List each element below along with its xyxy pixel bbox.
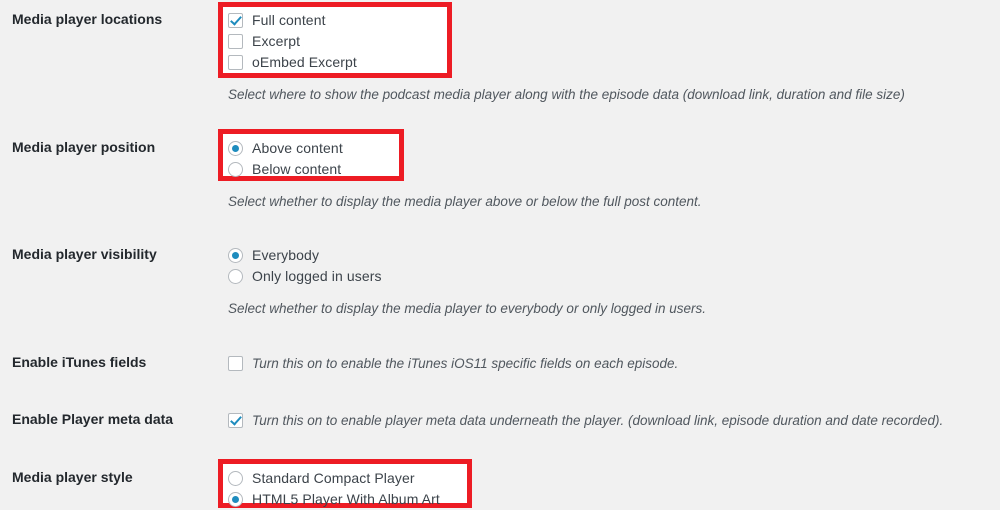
radio-icon-below-content[interactable]: [228, 162, 243, 177]
setting-label-media-player-locations: Media player locations: [12, 11, 163, 27]
radio-label-above-content: Above content: [252, 140, 343, 156]
setting-description-media-player-position: Select whether to display the media play…: [228, 194, 702, 209]
radio-option-html5-player-with-album-art[interactable]: HTML5 Player With Album Art: [228, 489, 440, 510]
checkbox-label-oembed-excerpt: oEmbed Excerpt: [252, 54, 357, 70]
radio-group-media-player-style: Standard Compact Player HTML5 Player Wit…: [228, 468, 440, 510]
settings-page: Media player locations Full content Exce…: [0, 0, 1000, 510]
checkbox-label-enable-player-meta-data: Turn this on to enable player meta data …: [252, 413, 944, 428]
radio-label-html5-player-with-album-art: HTML5 Player With Album Art: [252, 491, 440, 507]
radio-icon-above-content[interactable]: [228, 141, 243, 156]
radio-option-standard-compact-player[interactable]: Standard Compact Player: [228, 468, 440, 489]
setting-label-enable-player-meta-data: Enable Player meta data: [12, 411, 174, 427]
radio-label-standard-compact-player: Standard Compact Player: [252, 470, 415, 486]
radio-label-below-content: Below content: [252, 161, 342, 177]
setting-label-media-player-visibility: Media player visibility: [12, 246, 157, 262]
checkbox-option-full-content[interactable]: Full content: [228, 10, 357, 31]
checkbox-label-full-content: Full content: [252, 12, 326, 28]
checkbox-option-oembed-excerpt[interactable]: oEmbed Excerpt: [228, 52, 357, 73]
radio-icon-everybody[interactable]: [228, 248, 243, 263]
checkbox-label-enable-itunes-fields: Turn this on to enable the iTunes iOS11 …: [252, 356, 679, 371]
radio-icon-standard-compact-player[interactable]: [228, 471, 243, 486]
radio-option-everybody[interactable]: Everybody: [228, 245, 382, 266]
checkbox-option-enable-player-meta-data[interactable]: Turn this on to enable player meta data …: [228, 410, 943, 431]
radio-icon-html5-player-with-album-art[interactable]: [228, 492, 243, 507]
radio-label-only-logged-in-users: Only logged in users: [252, 268, 382, 284]
radio-option-only-logged-in-users[interactable]: Only logged in users: [228, 266, 382, 287]
checkbox-icon-oembed-excerpt[interactable]: [228, 55, 243, 70]
checkbox-option-excerpt[interactable]: Excerpt: [228, 31, 357, 52]
radio-icon-only-logged-in-users[interactable]: [228, 269, 243, 284]
checkbox-label-excerpt: Excerpt: [252, 33, 301, 49]
setting-label-media-player-position: Media player position: [12, 139, 156, 155]
checkbox-icon-enable-itunes-fields[interactable]: [228, 356, 243, 371]
radio-option-below-content[interactable]: Below content: [228, 159, 343, 180]
radio-group-media-player-visibility: Everybody Only logged in users: [228, 245, 382, 287]
setting-description-media-player-visibility: Select whether to display the media play…: [228, 301, 707, 316]
radio-option-above-content[interactable]: Above content: [228, 138, 343, 159]
checkbox-inline-enable-player-meta-data: Turn this on to enable player meta data …: [228, 410, 943, 431]
checkbox-icon-excerpt[interactable]: [228, 34, 243, 49]
checkbox-icon-enable-player-meta-data[interactable]: [228, 413, 243, 428]
radio-group-media-player-position: Above content Below content: [228, 138, 343, 180]
radio-label-everybody: Everybody: [252, 247, 320, 263]
checkbox-inline-enable-itunes-fields: Turn this on to enable the iTunes iOS11 …: [228, 353, 678, 374]
setting-label-enable-itunes-fields: Enable iTunes fields: [12, 354, 147, 370]
checkbox-icon-full-content[interactable]: [228, 13, 243, 28]
checkbox-option-enable-itunes-fields[interactable]: Turn this on to enable the iTunes iOS11 …: [228, 353, 678, 374]
checkbox-group-media-player-locations: Full content Excerpt oEmbed Excerpt: [228, 10, 357, 73]
setting-label-media-player-style: Media player style: [12, 469, 133, 485]
setting-description-media-player-locations: Select where to show the podcast media p…: [228, 87, 905, 102]
